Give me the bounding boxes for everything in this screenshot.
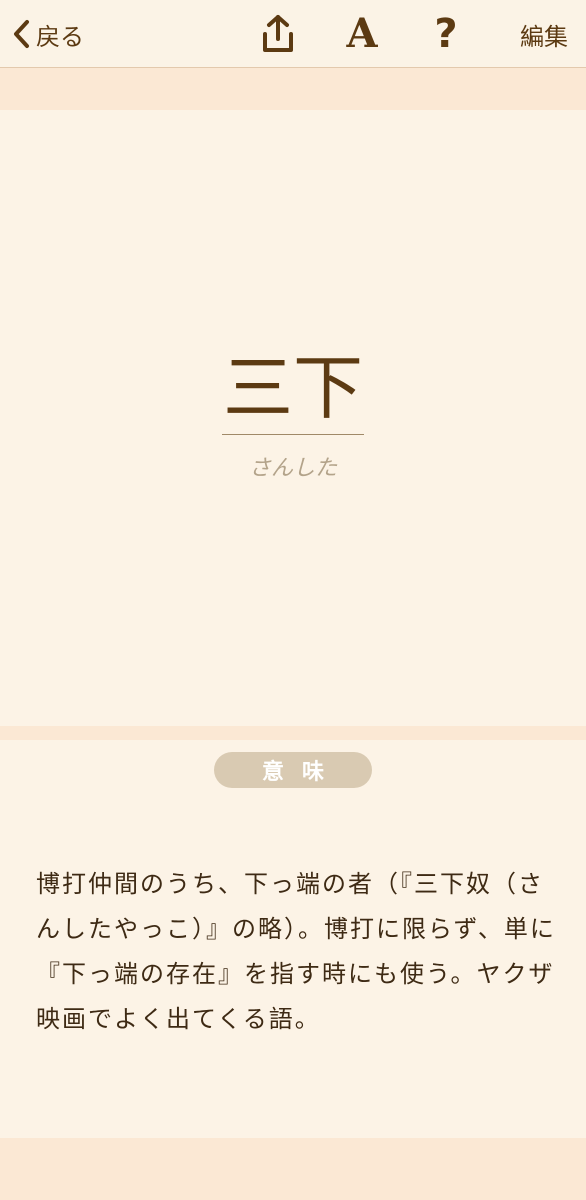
share-icon xyxy=(263,15,293,52)
chevron-left-icon xyxy=(14,20,29,48)
headword: 三下 xyxy=(223,347,363,429)
font-size-button[interactable]: A xyxy=(338,12,386,56)
top-divider-strip xyxy=(0,68,586,110)
bottom-divider-strip xyxy=(0,1138,586,1200)
font-size-icon: A xyxy=(346,10,378,57)
edit-button[interactable]: 編集 xyxy=(520,16,568,52)
meaning-text: 博打仲間のうち、下っ端の者（『三下奴（さんしたやっこ）』の略）。博打に限らず、単… xyxy=(36,870,556,1033)
middle-divider-strip xyxy=(0,726,586,740)
headword-underline xyxy=(222,434,364,435)
meaning-section-label: 意味 xyxy=(214,752,372,788)
back-button[interactable]: 戻る xyxy=(10,14,84,54)
headword-reading: さんした xyxy=(248,456,337,481)
help-icon: ? xyxy=(434,11,458,57)
back-button-label: 戻る xyxy=(36,22,84,51)
share-button[interactable] xyxy=(256,12,300,56)
word-card: 三下 さんした xyxy=(0,110,586,726)
meaning-card: 意味 博打仲間のうち、下っ端の者（『三下奴（さんしたやっこ）』の略）。博打に限ら… xyxy=(0,740,586,1138)
navigation-bar: 戻る A ? 編集 xyxy=(0,0,586,68)
help-button[interactable]: ? xyxy=(424,12,468,56)
